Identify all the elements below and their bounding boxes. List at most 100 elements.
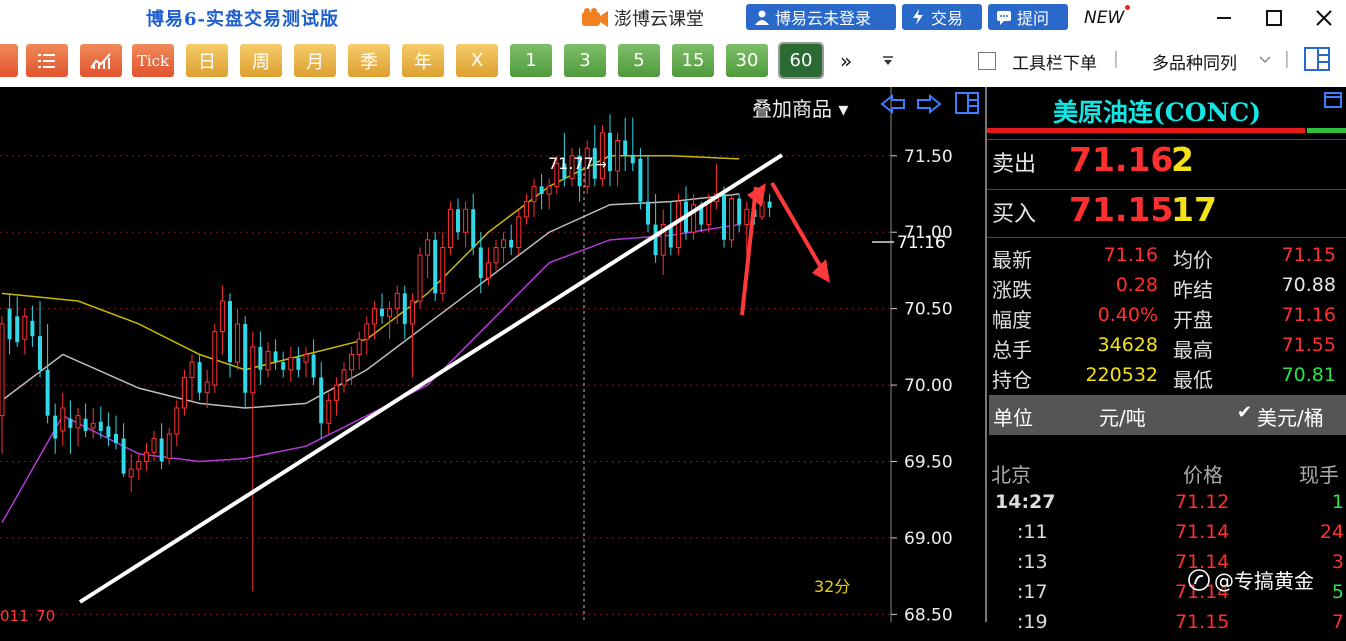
overlay-button[interactable]: 叠加商品 ▾ bbox=[752, 93, 848, 122]
stat-label: 均价 bbox=[1173, 248, 1213, 272]
multi-list-label[interactable]: 多品种同列 bbox=[1152, 49, 1237, 74]
arrow-left-icon[interactable] bbox=[880, 94, 906, 114]
title-bar: 博易6-实盘交易测试版 澎博云课堂 博易云未登录 交易 提问 NEW bbox=[0, 0, 1346, 36]
period-button-1[interactable]: 日 bbox=[186, 44, 228, 77]
y-tick-label: 71.50 bbox=[904, 147, 953, 167]
candle bbox=[463, 201, 469, 248]
tick-price: 71.14 bbox=[1175, 521, 1230, 543]
kline-chart[interactable]: 71.77 → 71.5071.0070.5070.0069.5069.0068… bbox=[0, 87, 985, 626]
candle bbox=[447, 201, 453, 256]
candle-body bbox=[767, 201, 772, 208]
period-button-3[interactable]: 月 bbox=[294, 44, 336, 77]
period-button-7[interactable]: 1 bbox=[510, 44, 552, 77]
period-button-10[interactable]: 15 bbox=[672, 44, 714, 77]
buy-row[interactable]: 买入 71.15 17 bbox=[987, 189, 1346, 234]
candle-body bbox=[516, 216, 522, 249]
close-icon[interactable] bbox=[1312, 6, 1336, 30]
candle bbox=[296, 346, 301, 378]
period-button-9[interactable]: 5 bbox=[618, 44, 660, 77]
list-view-button[interactable] bbox=[26, 44, 68, 77]
period-button-5[interactable]: 年 bbox=[402, 44, 444, 77]
candle-body bbox=[189, 361, 195, 378]
candle-body bbox=[371, 308, 377, 325]
candle-body bbox=[319, 377, 324, 424]
candle bbox=[471, 194, 476, 256]
candle bbox=[181, 369, 187, 416]
period-button-0[interactable]: Tick bbox=[132, 44, 174, 77]
candle-body bbox=[394, 292, 400, 310]
candle-body bbox=[615, 140, 621, 172]
tick-volume: 5 bbox=[1331, 581, 1344, 603]
candle bbox=[326, 392, 332, 434]
candle bbox=[281, 351, 286, 378]
sell-row[interactable]: 卖出 71.16 2 bbox=[987, 139, 1346, 184]
ask-button[interactable]: 提问 bbox=[988, 4, 1068, 30]
band-upper bbox=[1, 155, 740, 371]
band-lower bbox=[1, 223, 740, 524]
candle-body bbox=[136, 461, 142, 470]
candle bbox=[630, 117, 635, 172]
brand-label: 澎博云课堂 bbox=[614, 9, 704, 30]
dropdown-icon[interactable] bbox=[882, 56, 894, 66]
brand-link[interactable]: 澎博云课堂 bbox=[580, 4, 704, 32]
unit-usd-option[interactable]: 美元/桶 bbox=[1257, 402, 1324, 431]
kline-chart-panel[interactable]: 71.77 → 71.50 71.00 70.50 70.00 69.50 69.00 68… bbox=[0, 87, 985, 626]
separator: | bbox=[1113, 49, 1119, 69]
candle-body bbox=[440, 247, 446, 294]
candle-body bbox=[523, 201, 529, 218]
new-badge[interactable]: NEW bbox=[1084, 5, 1131, 28]
trade-button[interactable]: 交易 bbox=[902, 4, 982, 30]
period-toolbar: Tick 日周月季年 X 1 3 5 15 30 60 » 工具栏下单 | 多品种同列 | bbox=[0, 36, 1346, 87]
candle-body bbox=[128, 468, 134, 478]
candle-body bbox=[174, 407, 180, 435]
candle-body bbox=[143, 451, 149, 463]
countdown-label: 32分 bbox=[814, 577, 850, 596]
ask-label: 提问 bbox=[1017, 9, 1050, 28]
stat-row: 涨跌 0.28 昨结 70.88 bbox=[987, 274, 1346, 304]
period-button-8[interactable]: 3 bbox=[564, 44, 606, 77]
stat-row: 幅度 0.40% 开盘 71.16 bbox=[987, 304, 1346, 334]
candle-body bbox=[22, 315, 28, 340]
layout-toggle-icon[interactable] bbox=[1304, 47, 1330, 71]
candle-body bbox=[212, 331, 218, 386]
candle bbox=[531, 178, 537, 217]
candle bbox=[767, 194, 772, 217]
candle-body bbox=[402, 293, 407, 324]
period-button-12[interactable]: 60 bbox=[778, 42, 824, 79]
more-periods-button[interactable]: » bbox=[840, 49, 852, 73]
watermark: @专搞黄金 bbox=[1188, 565, 1314, 594]
window-restore-icon[interactable] bbox=[1323, 91, 1343, 109]
stat-row: 总手 34628 最高 71.55 bbox=[987, 334, 1346, 364]
login-button[interactable]: 博易云未登录 bbox=[746, 4, 896, 30]
candle-body bbox=[243, 323, 248, 393]
stat-label: 总手 bbox=[992, 338, 1032, 362]
period-button-11[interactable]: 30 bbox=[726, 44, 768, 77]
arrow-right-icon[interactable] bbox=[916, 94, 942, 114]
app-title: 博易6-实盘交易测试版 bbox=[146, 9, 339, 30]
unit-cny-option[interactable]: 元/吨 bbox=[1099, 402, 1146, 431]
kline-view-button[interactable] bbox=[80, 44, 122, 77]
candle bbox=[303, 346, 309, 378]
partial-button[interactable] bbox=[0, 44, 18, 77]
stat-value: 0.40% bbox=[1097, 304, 1158, 326]
separator: | bbox=[1284, 49, 1290, 69]
period-button-6[interactable]: X bbox=[456, 44, 498, 77]
panel-toggle-icon[interactable] bbox=[955, 92, 979, 114]
high-marker: 71.77 bbox=[548, 154, 594, 173]
candle bbox=[151, 430, 157, 462]
y-tick-label: 69.50 bbox=[904, 453, 953, 473]
period-button-2[interactable]: 周 bbox=[240, 44, 282, 77]
candle-body bbox=[509, 239, 514, 248]
period-button-4[interactable]: 季 bbox=[348, 44, 390, 77]
tick-price: 71.12 bbox=[1175, 491, 1230, 513]
candle bbox=[409, 293, 415, 378]
minimize-icon[interactable] bbox=[1212, 6, 1236, 30]
tool-order-checkbox[interactable] bbox=[978, 52, 996, 70]
candle bbox=[501, 232, 507, 263]
chat-icon bbox=[997, 11, 1011, 25]
maximize-icon[interactable] bbox=[1262, 6, 1286, 30]
candle-body bbox=[531, 185, 537, 203]
chevron-down-icon[interactable] bbox=[1258, 55, 1272, 65]
candle bbox=[121, 423, 126, 477]
unit-label: 单位 bbox=[993, 406, 1033, 430]
